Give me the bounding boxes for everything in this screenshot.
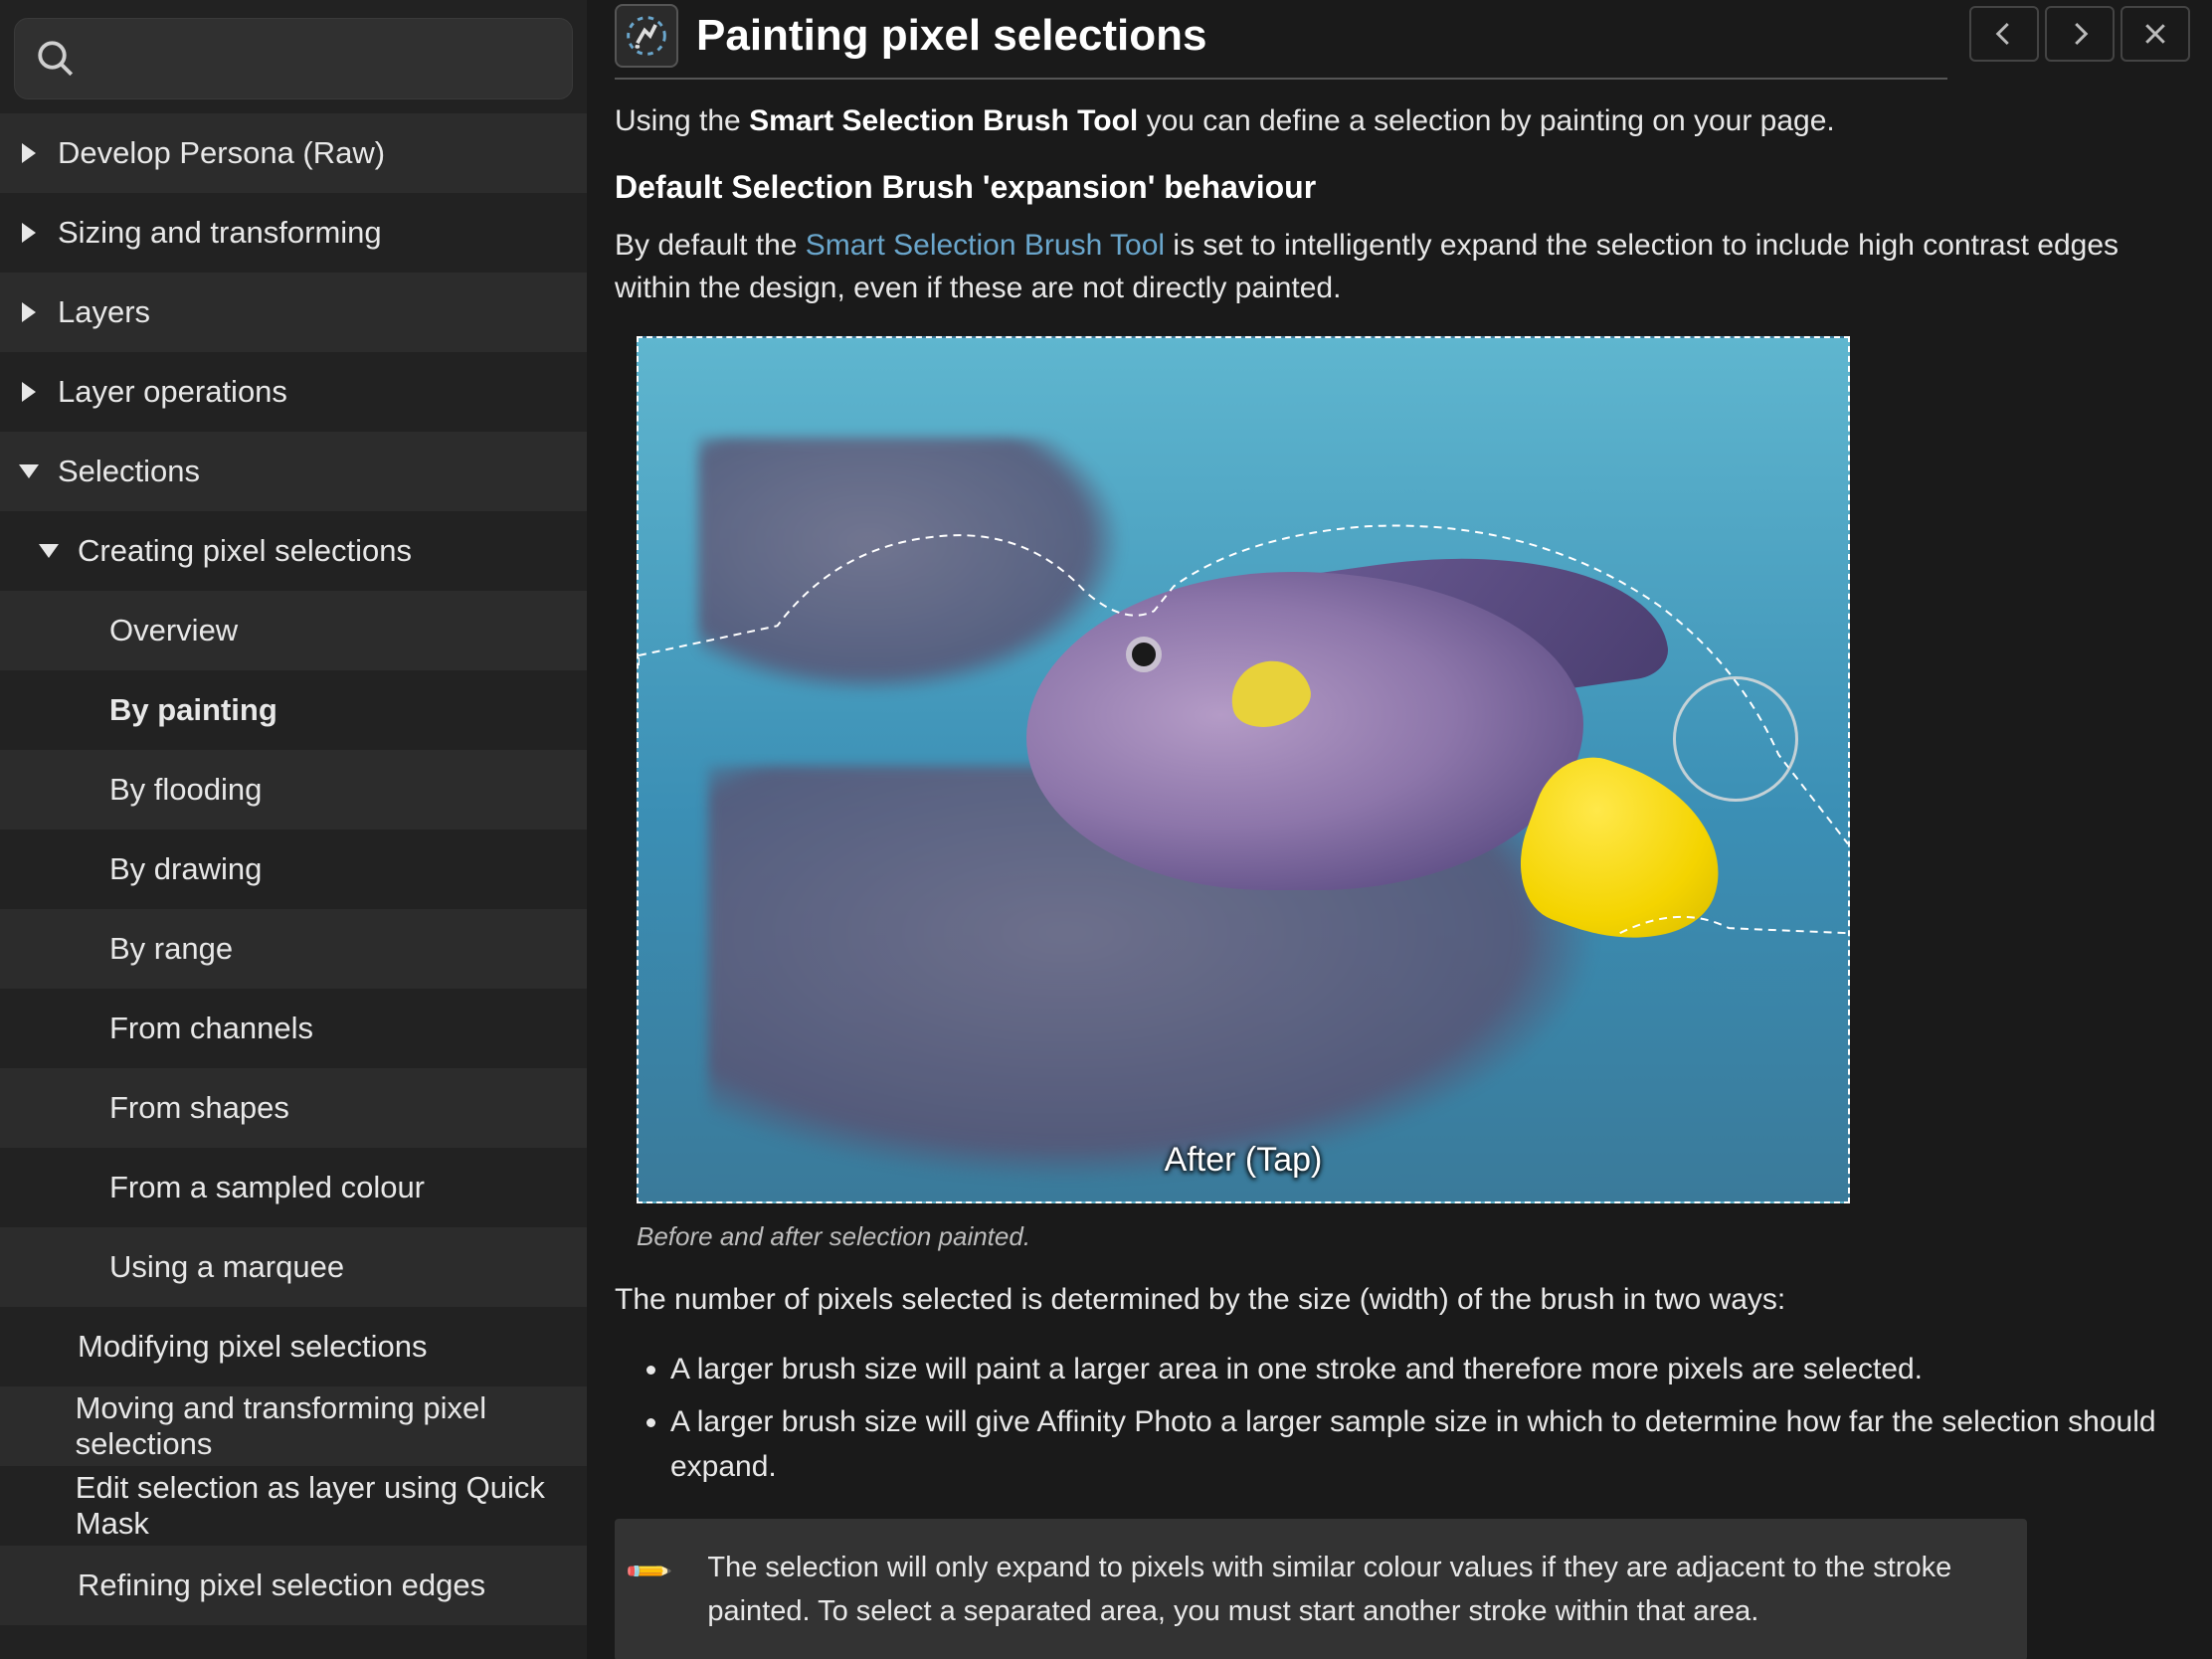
sidebar: Develop Persona (Raw) Sizing and transfor… — [0, 0, 587, 1659]
intro-paragraph: Using the Smart Selection Brush Tool you… — [615, 99, 2166, 143]
sidebar-item-label: By painting — [109, 692, 277, 728]
sidebar-item-by-range[interactable]: By range — [0, 909, 587, 989]
chevron-right-icon — [14, 143, 44, 163]
figure-caption: Before and after selection painted. — [637, 1221, 2184, 1252]
sidebar-item-from-shapes[interactable]: From shapes — [0, 1068, 587, 1148]
sidebar-item-by-flooding[interactable]: By flooding — [0, 750, 587, 830]
sidebar-item-label: From shapes — [109, 1090, 289, 1126]
chevron-right-icon — [14, 223, 44, 243]
chevron-right-icon — [14, 302, 44, 322]
sidebar-item-layers[interactable]: Layers — [0, 273, 587, 352]
brush-cursor-icon — [1673, 676, 1798, 802]
sidebar-item-label: From a sampled colour — [109, 1170, 425, 1205]
sidebar-item-label: By drawing — [109, 851, 262, 887]
selection-marquee-icon — [639, 378, 1848, 1203]
sidebar-item-sizing-and-transforming[interactable]: Sizing and transforming — [0, 193, 587, 273]
chevron-right-icon — [14, 382, 44, 402]
note-text: The selection will only expand to pixels… — [707, 1547, 1993, 1633]
close-button[interactable] — [2120, 6, 2190, 62]
sidebar-item-modifying-pixel-selections[interactable]: Modifying pixel selections — [0, 1307, 587, 1386]
sidebar-item-label: Creating pixel selections — [78, 533, 412, 569]
sidebar-item-moving-and-transforming-pixel-selections[interactable]: Moving and transforming pixel selections — [0, 1386, 587, 1466]
sidebar-item-label: Layers — [58, 294, 150, 330]
search-field[interactable] — [14, 18, 573, 99]
info-note: ✏️ The selection will only expand to pix… — [615, 1519, 2027, 1659]
forward-button[interactable] — [2045, 6, 2115, 62]
sidebar-item-by-painting[interactable]: By painting — [0, 670, 587, 750]
chevron-down-icon — [34, 544, 64, 558]
sidebar-item-selections[interactable]: Selections — [0, 432, 587, 511]
search-icon — [35, 38, 77, 80]
sidebar-item-label: By flooding — [109, 772, 262, 808]
page-title: Painting pixel selections — [696, 11, 1206, 61]
list-item: A larger brush size will give Affinity P… — [670, 1399, 2184, 1489]
sidebar-item-by-drawing[interactable]: By drawing — [0, 830, 587, 909]
sidebar-item-label: Sizing and transforming — [58, 215, 382, 251]
selection-brush-tool-icon — [615, 4, 678, 68]
back-button[interactable] — [1969, 6, 2039, 62]
sidebar-item-label: Selections — [58, 454, 200, 489]
figure-state-label: After (Tap) — [639, 1141, 1848, 1180]
note-icon: ✏️ — [624, 1547, 711, 1634]
search-input[interactable] — [92, 42, 552, 76]
sidebar-item-develop-persona-raw[interactable]: Develop Persona (Raw) — [0, 113, 587, 193]
content-pane: Painting pixel selections Using the Smar… — [587, 0, 2212, 1659]
sidebar-item-creating-pixel-selections[interactable]: Creating pixel selections — [0, 511, 587, 591]
header-divider — [615, 78, 1947, 80]
sidebar-item-using-a-marquee[interactable]: Using a marquee — [0, 1227, 587, 1307]
brush-size-paragraph: The number of pixels selected is determi… — [615, 1278, 2166, 1322]
smart-selection-brush-link[interactable]: Smart Selection Brush Tool — [806, 229, 1165, 262]
sidebar-item-label: Layer operations — [58, 374, 287, 410]
sidebar-item-edit-selection-as-layer-using-quick-mask[interactable]: Edit selection as layer using Quick Mask — [0, 1466, 587, 1546]
sidebar-item-label: Using a marquee — [109, 1249, 344, 1285]
chevron-down-icon — [14, 464, 44, 478]
sidebar-item-label: Overview — [109, 613, 238, 648]
sidebar-item-label: Moving and transforming pixel selections — [76, 1390, 587, 1462]
sidebar-item-label: Develop Persona (Raw) — [58, 135, 385, 171]
sidebar-item-label: Modifying pixel selections — [78, 1329, 428, 1365]
sidebar-item-from-channels[interactable]: From channels — [0, 989, 587, 1068]
top-nav — [1969, 6, 2190, 62]
sidebar-item-label: Refining pixel selection edges — [78, 1567, 485, 1603]
sidebar-item-from-a-sampled-colour[interactable]: From a sampled colour — [0, 1148, 587, 1227]
example-figure[interactable]: After (Tap) — [637, 336, 1850, 1203]
brush-size-list: A larger brush size will paint a larger … — [670, 1347, 2184, 1489]
sidebar-item-label: From channels — [109, 1011, 313, 1046]
list-item: A larger brush size will paint a larger … — [670, 1347, 2184, 1391]
subheading-expansion: Default Selection Brush 'expansion' beha… — [615, 169, 2184, 206]
sidebar-item-label: By range — [109, 931, 233, 967]
sidebar-item-label: Edit selection as layer using Quick Mask — [76, 1470, 587, 1542]
sidebar-item-layer-operations[interactable]: Layer operations — [0, 352, 587, 432]
sidebar-item-overview[interactable]: Overview — [0, 591, 587, 670]
expansion-paragraph: By default the Smart Selection Brush Too… — [615, 224, 2166, 310]
sidebar-item-refining-pixel-selection-edges[interactable]: Refining pixel selection edges — [0, 1546, 587, 1625]
